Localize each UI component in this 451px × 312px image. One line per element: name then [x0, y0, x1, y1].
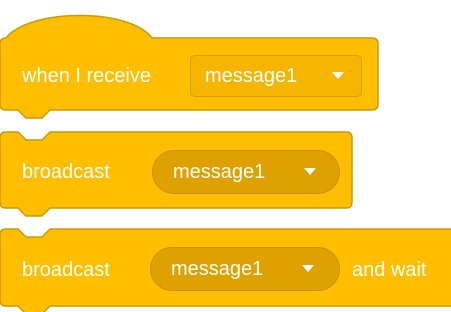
and-wait-label: and wait — [352, 259, 427, 281]
message-dropdown-value: message1 — [171, 258, 264, 280]
message-dropdown[interactable]: message1 — [150, 247, 340, 291]
caret-down-icon — [302, 265, 314, 272]
broadcast-label: broadcast — [22, 259, 110, 281]
broadcast-and-wait-block[interactable]: broadcast message1 and wait — [0, 0, 451, 312]
